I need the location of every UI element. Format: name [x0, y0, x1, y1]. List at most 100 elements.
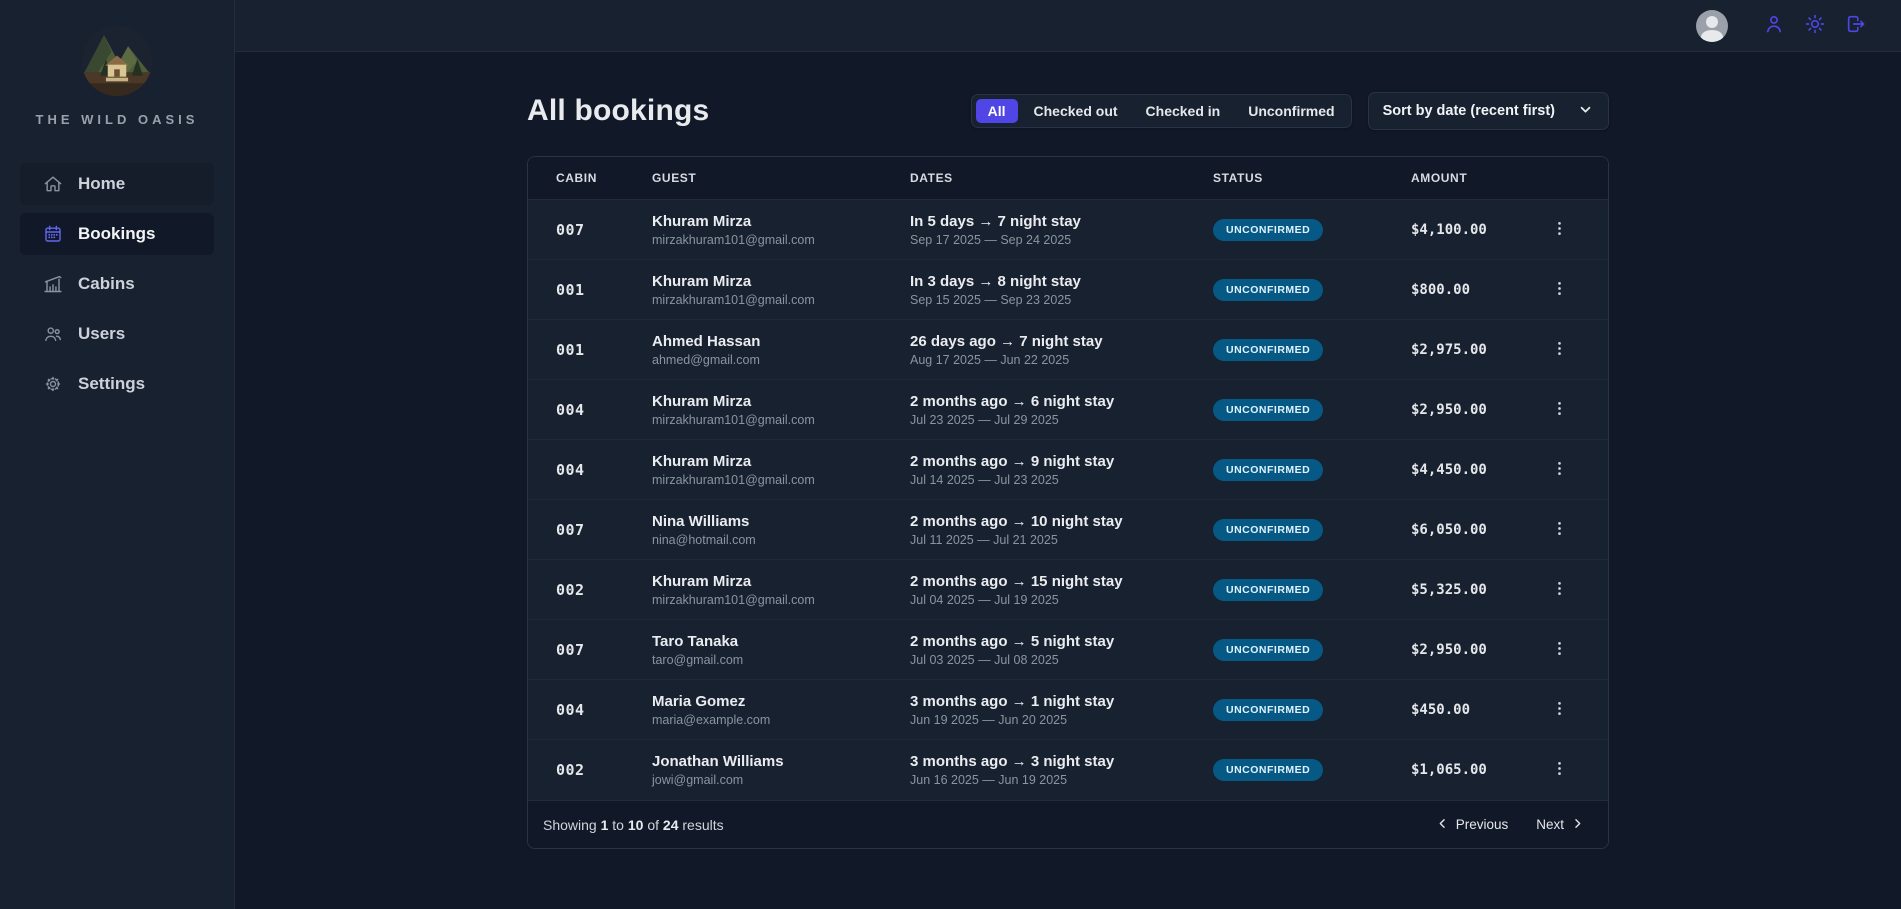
results-from: 1 [601, 817, 609, 833]
status-badge: UNCONFIRMED [1213, 699, 1323, 721]
booking-amount: $4,450.00 [1411, 462, 1516, 478]
sidebar-item-settings[interactable]: Settings [20, 363, 214, 405]
dots-vertical-icon [1550, 639, 1569, 661]
guest-email: maria@example.com [652, 713, 882, 727]
users-icon [43, 324, 63, 344]
booking-amount: $6,050.00 [1411, 522, 1516, 538]
stay-dates: Jul 04 2025 — Jul 19 2025 [910, 593, 1185, 607]
row-menu-button[interactable] [1544, 395, 1574, 425]
table-row: 007 Khuram Mirza mirzakhuram101@gmail.co… [528, 200, 1608, 260]
table-row: 002 Khuram Mirza mirzakhuram101@gmail.co… [528, 560, 1608, 620]
dots-vertical-icon [1550, 279, 1569, 301]
guest-name: Nina Williams [652, 513, 882, 530]
booking-amount: $800.00 [1411, 282, 1516, 298]
table-row: 004 Khuram Mirza mirzakhuram101@gmail.co… [528, 380, 1608, 440]
row-menu-button[interactable] [1544, 515, 1574, 545]
guest-email: taro@gmail.com [652, 653, 882, 667]
filter-checked-out[interactable]: Checked out [1022, 99, 1130, 123]
sidebar-item-home[interactable]: Home [20, 163, 214, 205]
home-icon [43, 174, 63, 194]
cabin-number: 002 [556, 761, 624, 779]
sun-icon [1804, 13, 1826, 38]
table-row: 007 Taro Tanaka taro@gmail.com 2 months … [528, 620, 1608, 680]
row-menu-button[interactable] [1544, 575, 1574, 605]
guest-name: Jonathan Williams [652, 753, 882, 770]
stay-summary: 2 months ago → 6 night stay [910, 393, 1185, 410]
cabin-number: 007 [556, 641, 624, 659]
row-menu-button[interactable] [1544, 695, 1574, 725]
row-menu-button[interactable] [1544, 275, 1574, 305]
bookings-table: Cabin Guest Dates Status Amount 007 Khur… [527, 156, 1609, 849]
guest-name: Khuram Mirza [652, 573, 882, 590]
booking-amount: $1,065.00 [1411, 762, 1516, 778]
booking-amount: $2,950.00 [1411, 642, 1516, 658]
stay-dates: Jul 03 2025 — Jul 08 2025 [910, 653, 1185, 667]
dots-vertical-icon [1550, 459, 1569, 481]
table-row: 001 Khuram Mirza mirzakhuram101@gmail.co… [528, 260, 1608, 320]
main-nav: Home Bookings Cabins Users Settings [20, 163, 214, 405]
table-row: 004 Maria Gomez maria@example.com 3 mont… [528, 680, 1608, 740]
status-badge: UNCONFIRMED [1213, 639, 1323, 661]
main-content: All bookings AllChecked outChecked inUnc… [235, 52, 1901, 909]
guest-email: mirzakhuram101@gmail.com [652, 413, 882, 427]
cabin-icon [43, 274, 63, 294]
guest-email: ahmed@gmail.com [652, 353, 882, 367]
sidebar-item-bookings[interactable]: Bookings [20, 213, 214, 255]
table-operations: AllChecked outChecked inUnconfirmed Sort… [971, 92, 1609, 130]
filter-unconfirmed[interactable]: Unconfirmed [1236, 99, 1346, 123]
dark-mode-toggle[interactable] [1798, 9, 1832, 43]
cabin-number: 007 [556, 521, 624, 539]
guest-email: mirzakhuram101@gmail.com [652, 473, 882, 487]
cabin-number: 004 [556, 461, 624, 479]
stay-dates: Jun 19 2025 — Jun 20 2025 [910, 713, 1185, 727]
table-footer: Showing 1 to 10 of 24 results Previous [528, 800, 1608, 848]
stay-summary: In 5 days → 7 night stay [910, 213, 1185, 230]
filter-all[interactable]: All [976, 99, 1018, 123]
calendar-icon [43, 224, 63, 244]
user-avatar [1696, 10, 1728, 42]
cabin-number: 007 [556, 221, 624, 239]
status-badge: UNCONFIRMED [1213, 519, 1323, 541]
sidebar-item-cabins[interactable]: Cabins [20, 263, 214, 305]
stay-dates: Jul 11 2025 — Jul 21 2025 [910, 533, 1185, 547]
stay-summary: In 3 days → 8 night stay [910, 273, 1185, 290]
booking-amount: $2,950.00 [1411, 402, 1516, 418]
status-badge: UNCONFIRMED [1213, 459, 1323, 481]
row-menu-button[interactable] [1544, 215, 1574, 245]
status-badge: UNCONFIRMED [1213, 279, 1323, 301]
sort-dropdown[interactable]: Sort by date (recent first) [1368, 92, 1609, 130]
next-page-button[interactable]: Next [1528, 810, 1593, 840]
stay-summary: 2 months ago → 9 night stay [910, 453, 1185, 470]
logout-button[interactable] [1839, 9, 1873, 43]
stay-dates: Jun 16 2025 — Jun 19 2025 [910, 773, 1185, 787]
row-menu-button[interactable] [1544, 755, 1574, 785]
gear-icon [43, 374, 63, 394]
table-body: 007 Khuram Mirza mirzakhuram101@gmail.co… [528, 200, 1608, 800]
sort-value: Sort by date (recent first) [1383, 103, 1555, 119]
sidebar-item-label: Users [78, 324, 125, 344]
status-badge: UNCONFIRMED [1213, 759, 1323, 781]
dots-vertical-icon [1550, 219, 1569, 241]
cabin-number: 001 [556, 341, 624, 359]
guest-name: Taro Tanaka [652, 633, 882, 650]
row-menu-button[interactable] [1544, 455, 1574, 485]
guest-name: Khuram Mirza [652, 213, 882, 230]
status-badge: UNCONFIRMED [1213, 579, 1323, 601]
table-row: 004 Khuram Mirza mirzakhuram101@gmail.co… [528, 440, 1608, 500]
sidebar-item-label: Home [78, 174, 125, 194]
row-menu-button[interactable] [1544, 635, 1574, 665]
user-profile-button[interactable] [1757, 9, 1791, 43]
previous-page-button[interactable]: Previous [1427, 810, 1517, 840]
column-header-guest: Guest [652, 171, 882, 185]
app-title: THE WILD OASIS [36, 112, 199, 127]
booking-amount: $450.00 [1411, 702, 1516, 718]
sidebar-item-users[interactable]: Users [20, 313, 214, 355]
booking-amount: $4,100.00 [1411, 222, 1516, 238]
table-row: 002 Jonathan Williams jowi@gmail.com 3 m… [528, 740, 1608, 800]
row-menu-button[interactable] [1544, 335, 1574, 365]
stay-summary: 3 months ago → 1 night stay [910, 693, 1185, 710]
filter-checked-in[interactable]: Checked in [1134, 99, 1233, 123]
cabin-number: 004 [556, 701, 624, 719]
dots-vertical-icon [1550, 699, 1569, 721]
column-header-status: Status [1213, 171, 1383, 185]
